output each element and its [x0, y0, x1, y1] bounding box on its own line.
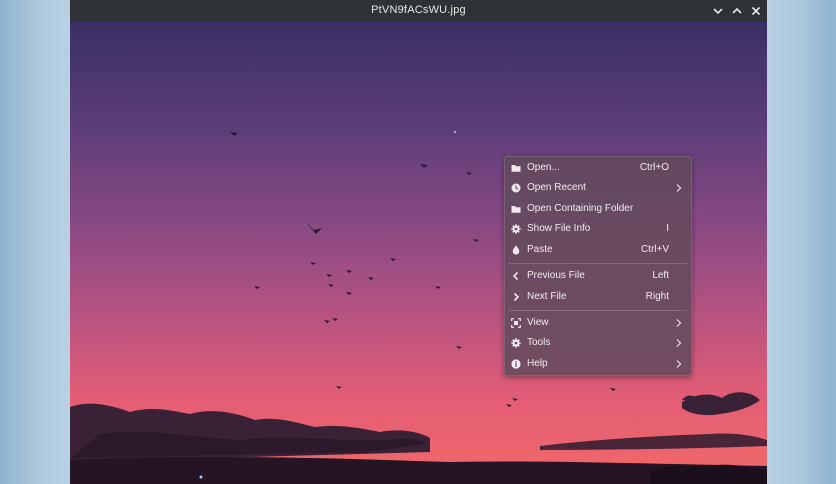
menu-item-open-containing-folder[interactable]: Open Containing Folder: [505, 200, 691, 218]
menu-item-label: Open Containing Folder: [527, 203, 634, 214]
menu-item-label: Help: [527, 358, 548, 369]
drop-icon: [511, 245, 521, 255]
menu-item-shortcut: Ctrl+O: [639, 162, 669, 173]
menu-item-open[interactable]: Open... Ctrl+O: [505, 159, 691, 177]
maximize-button[interactable]: [729, 3, 745, 19]
gear-icon: [511, 338, 521, 348]
menu-item-label: Open...: [527, 162, 560, 173]
menu-item-help[interactable]: Help: [505, 355, 691, 373]
menu-item-previous-file[interactable]: Previous File Left: [505, 267, 691, 285]
menu-item-label: Show File Info: [527, 223, 591, 234]
menu-item-show-file-info[interactable]: Show File Info I: [505, 220, 691, 238]
clock-icon: [511, 183, 521, 193]
menu-item-paste[interactable]: Paste Ctrl+V: [505, 241, 691, 259]
chevron-down-icon: [713, 8, 723, 15]
menu-separator: [509, 263, 687, 264]
menu-item-label: Paste: [527, 244, 553, 255]
menu-item-label: Open Recent: [527, 182, 586, 193]
menu-item-label: Tools: [527, 337, 551, 348]
chevron-right-icon: [511, 292, 521, 302]
menu-item-shortcut: I: [666, 223, 669, 234]
chevron-left-icon: [511, 271, 521, 281]
menu-item-label: Previous File: [527, 270, 585, 281]
gear-icon: [511, 224, 521, 234]
close-icon: [751, 6, 761, 16]
close-button[interactable]: [748, 3, 764, 19]
chevron-up-icon: [732, 7, 742, 14]
menu-item-tools[interactable]: Tools: [505, 334, 691, 352]
focus-icon: [511, 318, 521, 328]
menu-item-label: Next File: [527, 291, 567, 302]
chevron-right-icon: [675, 183, 683, 193]
context-menu: Open... Ctrl+O Open Recent Open Containi…: [504, 156, 692, 376]
menu-item-view[interactable]: View: [505, 314, 691, 332]
menu-item-shortcut: Ctrl+V: [640, 244, 669, 255]
window-title: PtVN9fACsWU.jpg: [371, 4, 466, 16]
menu-item-shortcut: Right: [645, 291, 669, 302]
menu-item-shortcut: Left: [652, 270, 669, 281]
title-bar[interactable]: PtVN9fACsWU.jpg: [70, 0, 767, 22]
menu-item-open-recent[interactable]: Open Recent: [505, 179, 691, 197]
menu-item-next-file[interactable]: Next File Right: [505, 288, 691, 306]
minimize-button[interactable]: [710, 3, 726, 19]
folder-icon: [511, 204, 521, 214]
folder-icon: [511, 163, 521, 173]
menu-separator: [509, 310, 687, 311]
chevron-right-icon: [675, 338, 683, 348]
info-icon: [511, 359, 521, 369]
menu-item-label: View: [527, 317, 549, 328]
chevron-right-icon: [675, 318, 683, 328]
chevron-right-icon: [675, 359, 683, 369]
